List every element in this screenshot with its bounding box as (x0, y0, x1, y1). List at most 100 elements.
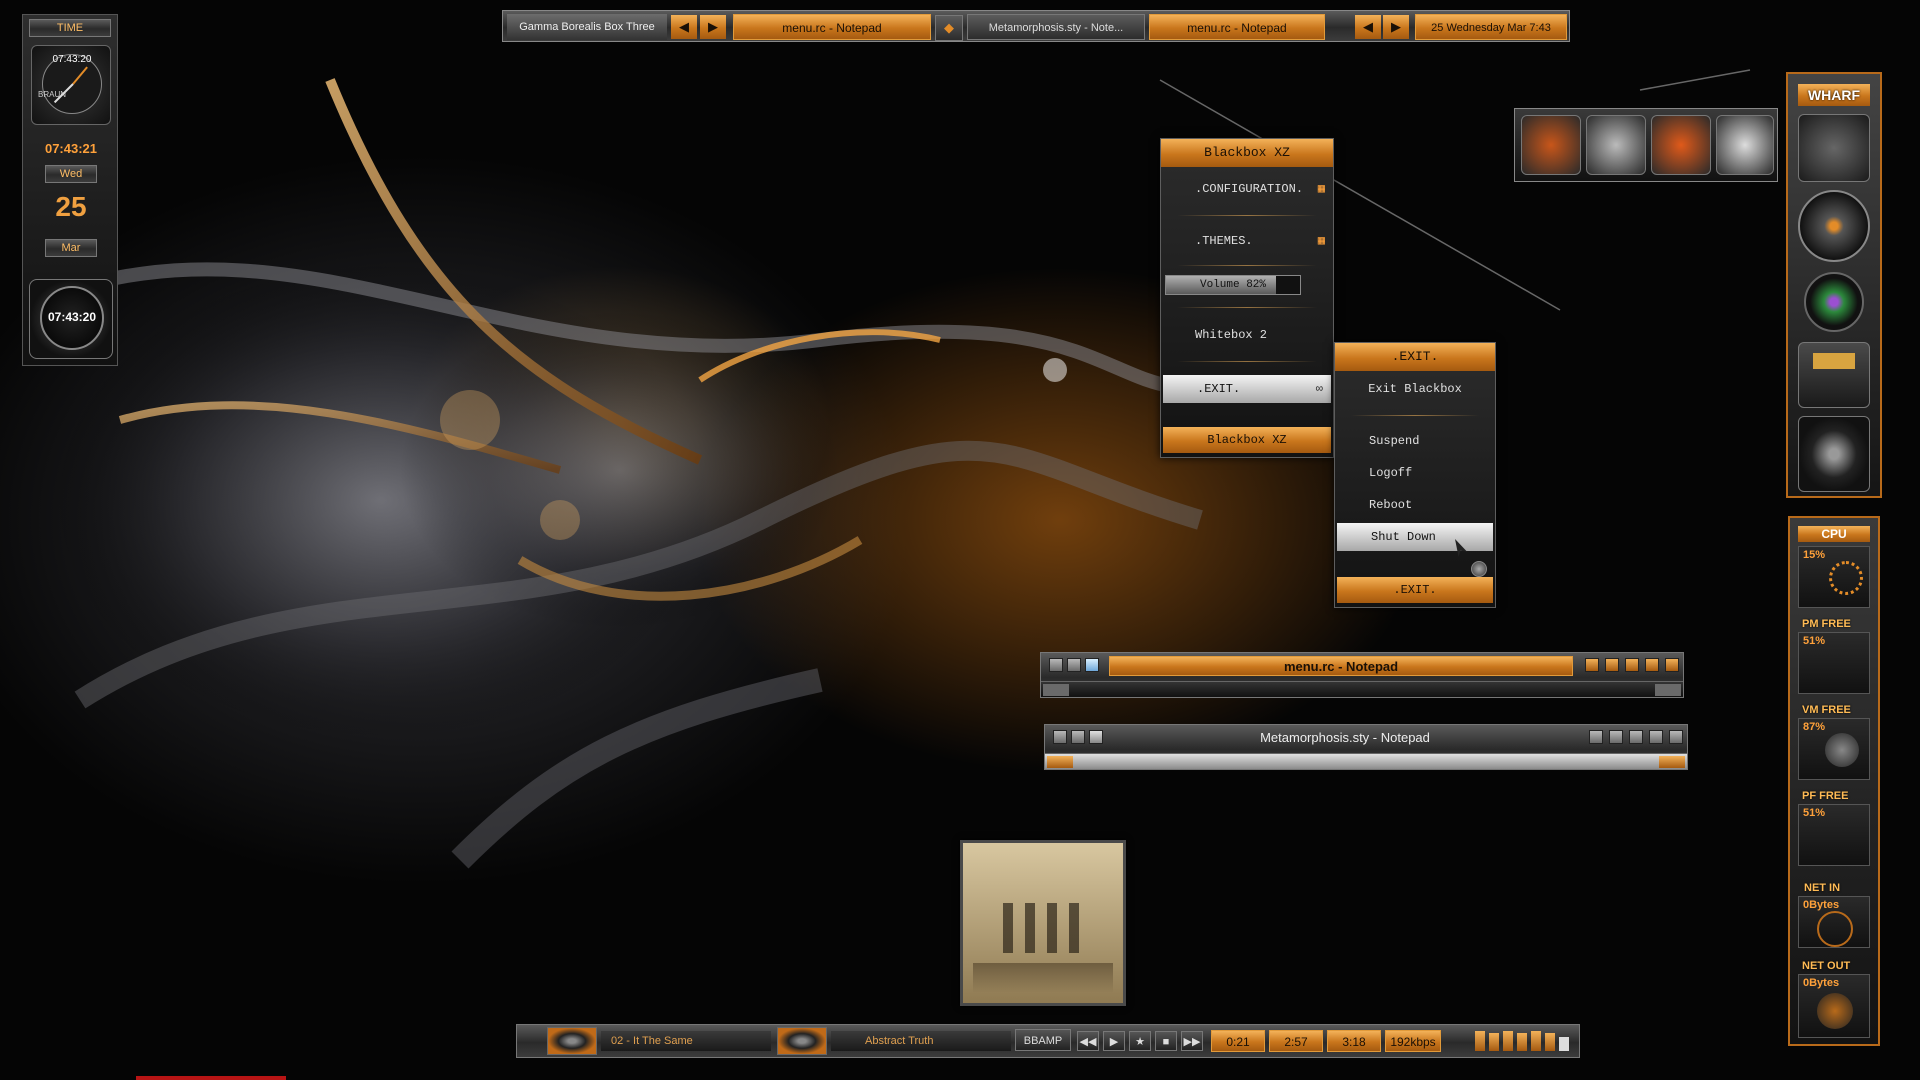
menu-item-exit-blackbox-label: Exit Blackbox (1368, 382, 1462, 396)
menu-separator (1177, 215, 1317, 216)
wharf-title: WHARF (1798, 84, 1870, 106)
exit-submenu-footer[interactable]: .EXIT. (1337, 577, 1493, 603)
toolbar-clock[interactable]: 25 Wednesday Mar 7:43 (1415, 14, 1567, 40)
prev-workspace-button[interactable]: ◀ (671, 15, 697, 39)
dial-clock-time: 07:43:20 (47, 310, 97, 324)
power-switch-icon[interactable] (1798, 114, 1870, 182)
refresh-icon[interactable] (1651, 115, 1711, 175)
shade-button[interactable] (1585, 658, 1599, 672)
menu-item-reboot[interactable]: Reboot (1335, 491, 1495, 519)
compass-icon[interactable] (1798, 190, 1870, 262)
monitor-icon[interactable] (1521, 115, 1581, 175)
pm-value: 51% (1803, 635, 1826, 647)
close-button[interactable] (1669, 730, 1683, 744)
pf-label: PF FREE (1802, 790, 1849, 802)
resize-grip-right[interactable] (1659, 756, 1685, 768)
root-menu-footer[interactable]: Blackbox XZ (1163, 427, 1331, 453)
artist-name[interactable]: Abstract Truth (831, 1031, 1011, 1051)
notepad-window-inactive[interactable]: Metamorphosis.sty - Notepad (1044, 724, 1688, 770)
task-button-2[interactable]: Metamorphosis.sty - Note... (967, 14, 1145, 40)
window-pin-button[interactable] (1067, 658, 1081, 672)
knob-icon (1471, 561, 1487, 577)
app-label: BBAMP (1015, 1029, 1071, 1051)
track-title[interactable]: 02 - It The Same (601, 1031, 771, 1051)
window-menu-button[interactable] (1053, 730, 1067, 744)
system-monitor: CPU 15% PM FREE 51% VM FREE 87% PF FREE … (1788, 516, 1880, 1046)
window-handle[interactable] (1045, 753, 1687, 769)
menu-item-whitebox[interactable]: Whitebox 2 (1161, 321, 1333, 349)
eq-bar (1545, 1033, 1555, 1051)
toolbar: Gamma Borealis Box Three ◀ ▶ menu.rc - N… (502, 10, 1570, 42)
album-art-reflection (973, 963, 1113, 993)
task-icon: ◆ (935, 15, 963, 41)
prev-track-button[interactable]: ◀◀ (1077, 1031, 1099, 1051)
task-button-1[interactable]: menu.rc - Notepad (733, 14, 931, 40)
pf-meter: 51% (1798, 804, 1870, 866)
window-menu-button[interactable] (1049, 658, 1063, 672)
lower-button[interactable] (1605, 658, 1619, 672)
volume-slider[interactable]: Volume 82% (1165, 275, 1301, 295)
menu-item-whitebox-label: Whitebox 2 (1195, 328, 1268, 342)
close-button[interactable] (1665, 658, 1679, 672)
root-menu-title: Blackbox XZ (1161, 139, 1333, 167)
wharf-dock: WHARF (1786, 72, 1882, 498)
analog-clock-time: 07:43:20 (52, 54, 92, 65)
menu-item-exit-blackbox[interactable]: Exit Blackbox (1335, 375, 1495, 403)
menu-item-logoff-label: Logoff (1369, 466, 1413, 480)
next-task-button[interactable]: ▶ (1383, 15, 1409, 39)
window-title[interactable]: Metamorphosis.sty - Notepad (1113, 728, 1577, 748)
netout-value: 0Bytes (1803, 977, 1840, 989)
next-workspace-button[interactable]: ▶ (700, 15, 726, 39)
maximize-button[interactable] (1649, 730, 1663, 744)
link-icon: ∞ (1315, 382, 1323, 396)
eq-bar (1503, 1031, 1513, 1051)
album-art (960, 840, 1126, 1006)
speaker-left-icon (547, 1027, 597, 1055)
vm-value: 87% (1803, 721, 1826, 733)
submenu-icon: ▦ (1317, 182, 1325, 196)
menu-item-logoff[interactable]: Logoff (1335, 459, 1495, 487)
favorite-button[interactable]: ★ (1129, 1031, 1151, 1051)
play-button[interactable]: ▶ (1103, 1031, 1125, 1051)
next-track-button[interactable]: ▶▶ (1181, 1031, 1203, 1051)
window-pin-button[interactable] (1071, 730, 1085, 744)
speaker-icon[interactable] (1798, 416, 1870, 492)
task-button-3[interactable]: menu.rc - Notepad (1149, 14, 1325, 40)
menu-item-themes[interactable]: .THEMES. ▦ (1161, 227, 1333, 255)
prev-task-button[interactable]: ◀ (1355, 15, 1381, 39)
menu-item-exit-label: .EXIT. (1197, 382, 1241, 396)
media-player: 02 - It The Same Abstract Truth BBAMP ◀◀… (516, 1024, 1580, 1058)
menu-item-suspend[interactable]: Suspend (1335, 427, 1495, 455)
minimize-button[interactable] (1625, 658, 1639, 672)
shade-button[interactable] (1589, 730, 1603, 744)
menu-item-configuration-label: .CONFIGURATION. (1195, 182, 1304, 196)
time-widget: TIME 07:43:20 BRAUN 07:43:21 Wed 25 Mar … (22, 14, 118, 366)
volume-label: Volume 82% (1199, 279, 1266, 291)
window-handle[interactable] (1041, 681, 1683, 697)
resize-grip-left[interactable] (1047, 756, 1073, 768)
settings-icon[interactable] (1586, 115, 1646, 175)
wharf-icons (1514, 108, 1778, 182)
menu-separator (1177, 361, 1317, 362)
lower-button[interactable] (1609, 730, 1623, 744)
resize-grip-right[interactable] (1655, 684, 1681, 696)
resize-grip-left[interactable] (1043, 684, 1069, 696)
camera-lens-icon[interactable] (1804, 272, 1864, 332)
maximize-button[interactable] (1645, 658, 1659, 672)
radio-icon[interactable] (1798, 342, 1870, 408)
menu-item-exit[interactable]: .EXIT. ∞ (1163, 375, 1331, 403)
notepad-window-active[interactable]: menu.rc - Notepad (1040, 652, 1684, 698)
menu-item-configuration[interactable]: .CONFIGURATION. ▦ (1161, 175, 1333, 203)
music-icon[interactable] (1716, 115, 1774, 175)
eq-bar (1559, 1037, 1569, 1051)
stop-button[interactable]: ■ (1155, 1031, 1177, 1051)
cpu-value: 15% (1803, 549, 1826, 561)
vm-label: VM FREE (1802, 704, 1851, 716)
menu-item-shutdown[interactable]: Shut Down (1337, 523, 1493, 551)
equalizer-bars (1475, 1029, 1575, 1053)
minimize-button[interactable] (1629, 730, 1643, 744)
workspace-label[interactable]: Gamma Borealis Box Three (507, 14, 667, 40)
window-title[interactable]: menu.rc - Notepad (1109, 656, 1573, 676)
pm-meter: 51% (1798, 632, 1870, 694)
total-time: 3:18 (1327, 1030, 1381, 1052)
